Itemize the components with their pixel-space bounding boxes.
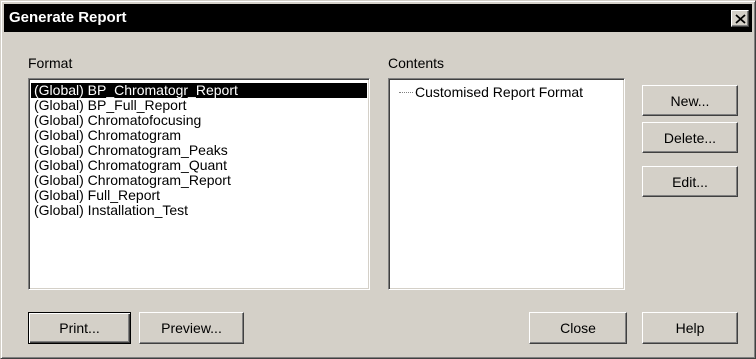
format-list-item[interactable]: (Global) BP_Full_Report (31, 98, 367, 113)
title-bar[interactable]: Generate Report (4, 4, 752, 32)
preview-button-label: Preview... (161, 320, 222, 336)
print-button-label: Print... (59, 320, 100, 336)
contents-tree-item[interactable]: Customised Report Format (393, 84, 620, 100)
format-list-item[interactable]: (Global) Chromatogram_Report (31, 173, 367, 188)
help-button[interactable]: Help (642, 312, 738, 344)
format-list[interactable]: (Global) BP_Chromatogr_Report (Global) B… (28, 78, 370, 290)
contents-tree[interactable]: Customised Report Format (388, 78, 625, 290)
format-list-item[interactable]: (Global) Full_Report (31, 188, 367, 203)
close-button-label: Close (560, 320, 596, 336)
contents-tree-item-label: Customised Report Format (415, 84, 584, 100)
close-icon (735, 14, 746, 24)
print-button[interactable]: Print... (28, 312, 131, 344)
format-list-item[interactable]: (Global) BP_Chromatogr_Report (31, 83, 367, 98)
tree-connector-line (399, 92, 413, 93)
format-list-item[interactable]: (Global) Chromatogram (31, 128, 367, 143)
edit-button[interactable]: Edit... (642, 166, 738, 197)
delete-button-label: Delete... (663, 130, 717, 146)
edit-button-label: Edit... (672, 174, 708, 190)
format-list-item[interactable]: (Global) Chromatogram_Quant (31, 158, 367, 173)
dialog-title: Generate Report (9, 9, 127, 26)
help-button-label: Help (675, 320, 705, 336)
delete-button[interactable]: Delete... (642, 122, 738, 153)
close-button[interactable]: Close (529, 312, 627, 344)
close-window-button[interactable] (731, 10, 749, 27)
preview-button[interactable]: Preview... (139, 312, 244, 344)
generate-report-dialog: Generate Report Format Contents (Global)… (0, 0, 756, 359)
format-list-item[interactable]: (Global) Chromatogram_Peaks (31, 143, 367, 158)
format-list-item[interactable]: (Global) Installation_Test (31, 203, 367, 218)
format-list-item[interactable]: (Global) Chromatofocusing (31, 113, 367, 128)
new-button[interactable]: New... (642, 85, 738, 116)
new-button-label: New... (670, 93, 710, 109)
contents-label: Contents (388, 55, 445, 71)
format-label: Format (28, 55, 73, 71)
